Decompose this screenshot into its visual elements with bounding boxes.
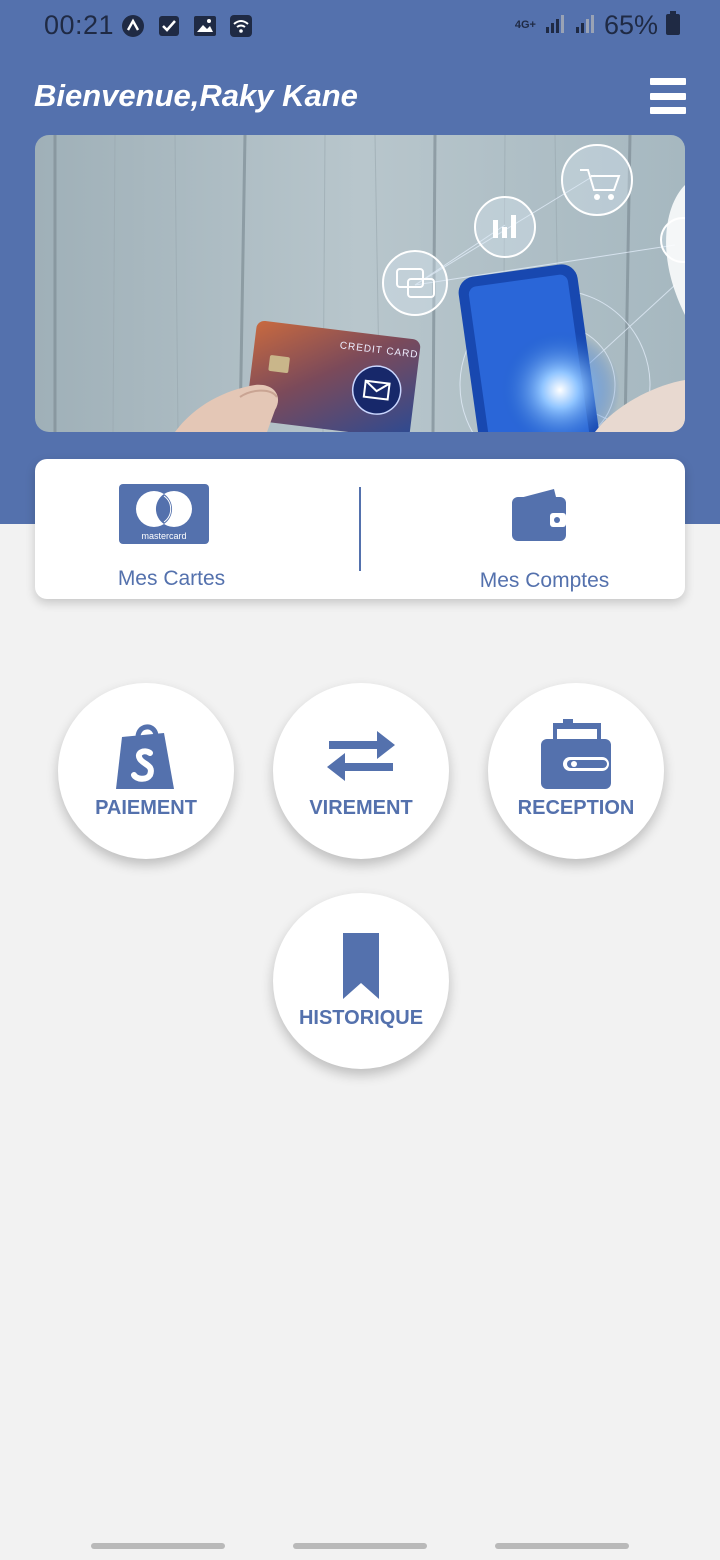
transfer-arrows-icon [273,725,449,785]
recent-apps-button[interactable] [91,1543,225,1549]
mastercard-text: mastercard [141,531,186,541]
checkbox-notification-icon [156,13,182,39]
payment-label: PAIEMENT [95,797,197,819]
banner-image: CREDIT CARD [35,135,685,432]
transfer-button[interactable]: VIREMENT [273,683,449,859]
wifi-icon [228,13,254,39]
menu-bar-icon [650,107,686,114]
history-button[interactable]: HISTORIQUE [273,893,449,1069]
home-button[interactable] [293,1543,427,1549]
status-right: 4G+ 65% [515,10,680,41]
shopping-bag-icon [58,719,234,791]
battery-icon [666,11,680,40]
back-button[interactable] [495,1543,629,1549]
menu-button[interactable] [650,78,686,114]
bookmark-icon [273,931,449,1001]
status-time: 00:21 [44,10,115,40]
my-cards-label: Mes Cartes [117,567,226,590]
signal-icon-2 [574,12,596,39]
transfer-label: VIREMENT [309,797,413,819]
history-label: HISTORIQUE [298,1007,424,1029]
welcome-title: Bienvenue,Raky Kane [34,78,358,113]
app-notification-icon [120,13,146,39]
wallet-icon [488,719,664,791]
quick-access-card: mastercard Mes Cartes Mes Comptes [35,459,685,599]
my-cards-button[interactable]: mastercard Mes Cartes [35,459,360,599]
battery-percentage: 65% [603,10,658,40]
reception-label: RECEPTION [517,797,635,819]
payment-button[interactable]: PAIEMENT [58,683,234,859]
status-bar: 00:21 4G+ 65% [0,0,720,54]
notification-icons [120,13,254,39]
my-accounts-label: Mes Comptes [479,569,610,592]
menu-bar-icon [650,92,686,100]
my-accounts-button[interactable]: Mes Comptes [360,459,685,599]
wallet-icon [510,485,568,548]
image-notification-icon [192,13,218,39]
network-type: 4G+ [514,19,536,31]
menu-bar-icon [650,78,686,85]
mastercard-icon: mastercard [119,484,209,544]
signal-icon-1 [544,12,566,39]
reception-button[interactable]: RECEPTION [488,683,664,859]
